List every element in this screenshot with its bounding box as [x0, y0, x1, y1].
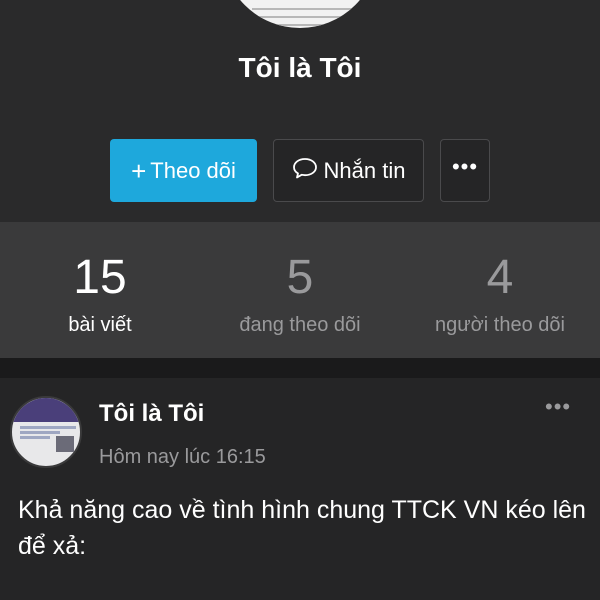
profile-header: Tôi là Tôi + Theo dõi Nhắn tin ••• [0, 0, 600, 222]
post-card: Tôi là Tôi Hôm nay lúc 16:15 ••• Khả năn… [0, 378, 600, 600]
stat-followers-label: người theo dõi [435, 314, 565, 336]
stat-posts-value: 15 [73, 251, 127, 304]
profile-name: Tôi là Tôi [238, 52, 362, 83]
post-author-avatar[interactable] [10, 396, 82, 468]
stat-posts-label: bài viết [68, 314, 132, 336]
stat-following[interactable]: 5 đang theo dõi [200, 222, 400, 358]
stat-followers-value: 4 [486, 251, 514, 304]
follow-button-label: Theo dõi [150, 157, 236, 183]
stat-posts[interactable]: 15 bài viết [0, 222, 200, 358]
more-options-button[interactable]: ••• [440, 139, 490, 202]
stat-following-value: 5 [286, 251, 314, 304]
follow-button[interactable]: + Theo dõi [110, 139, 257, 202]
speech-bubble-icon [292, 156, 324, 186]
message-button[interactable]: Nhắn tin [273, 139, 424, 202]
post-body-text: Khả năng cao về tình hình chung TTCK VN … [18, 496, 586, 560]
post-more-options-button[interactable]: ••• [545, 394, 571, 420]
stats-bar: 15 bài viết 5 đang theo dõi 4 người theo… [0, 222, 600, 358]
plus-icon: + [131, 155, 147, 186]
stat-following-label: đang theo dõi [239, 314, 361, 336]
profile-avatar[interactable] [220, 0, 380, 30]
message-button-label: Nhắn tin [323, 157, 406, 183]
post-timestamp: Hôm nay lúc 16:15 [99, 446, 266, 468]
post-author-name[interactable]: Tôi là Tôi [99, 400, 204, 428]
stat-followers[interactable]: 4 người theo dõi [400, 222, 600, 358]
